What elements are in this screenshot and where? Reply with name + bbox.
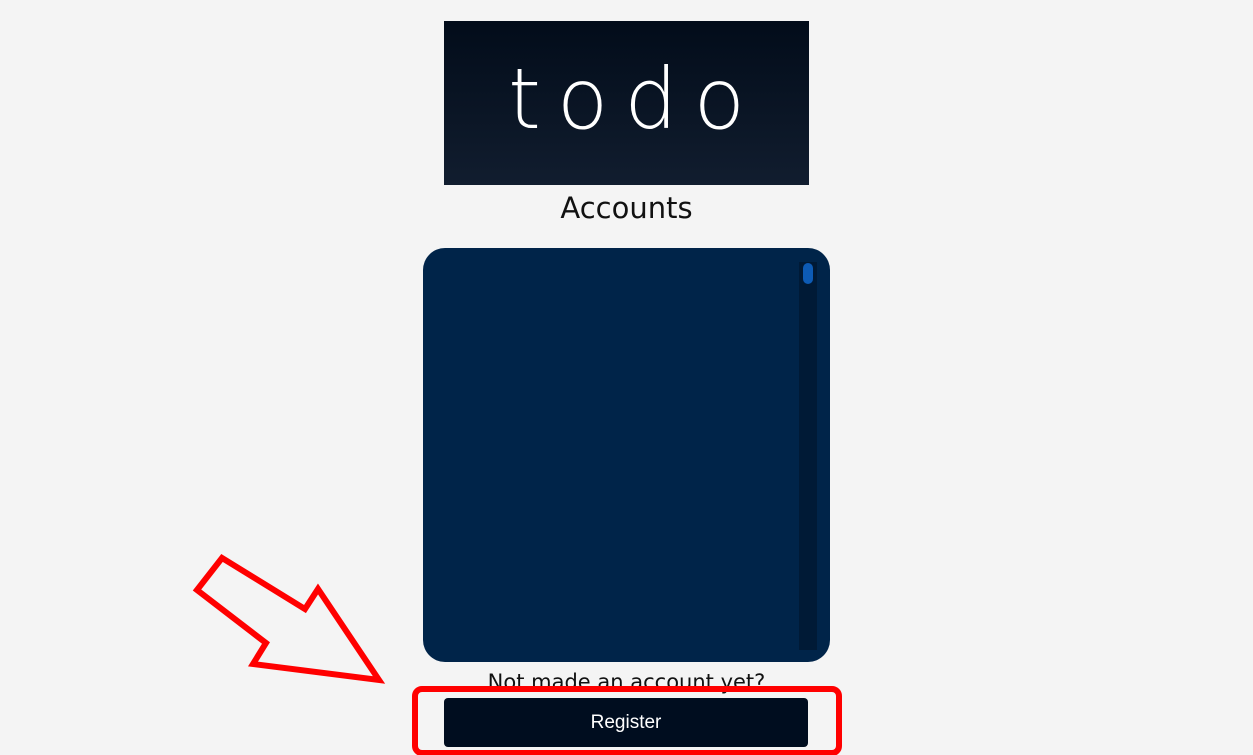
register-prompt: Not made an account yet?: [487, 670, 766, 694]
accounts-scrollbar[interactable]: [799, 262, 817, 650]
logo-text: todo: [507, 50, 762, 148]
scrollbar-thumb[interactable]: [803, 263, 813, 284]
accounts-title: Accounts: [560, 191, 693, 225]
login-page: todo Accounts Not made an account yet? R…: [0, 0, 1253, 755]
app-logo: todo: [444, 21, 809, 185]
accounts-list[interactable]: [423, 248, 830, 662]
register-button[interactable]: Register: [444, 698, 808, 747]
